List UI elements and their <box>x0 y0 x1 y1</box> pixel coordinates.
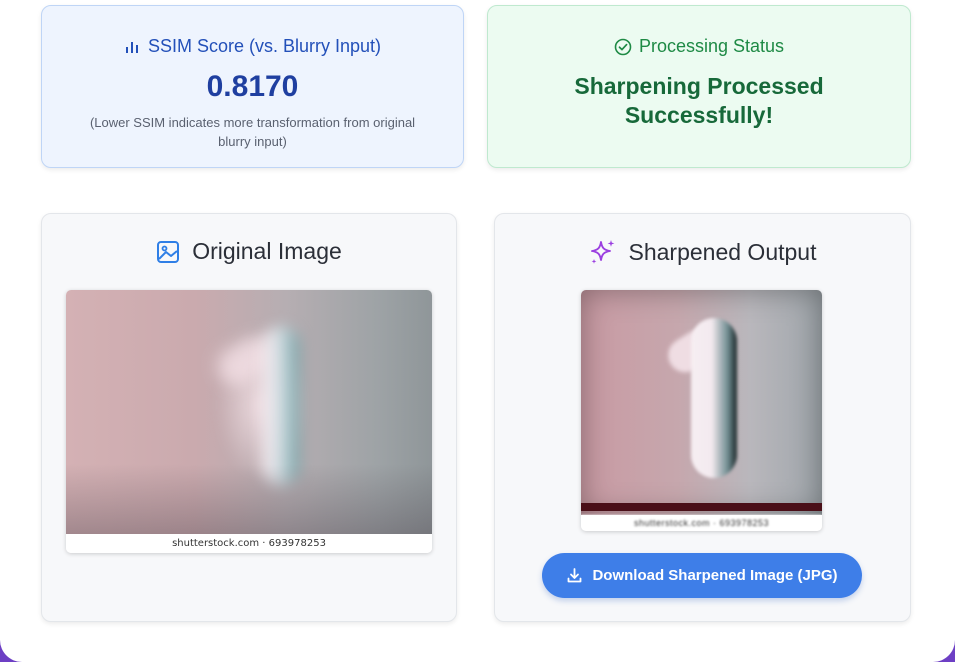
status-title-row: Processing Status <box>488 36 910 57</box>
original-card-header: Original Image <box>42 238 456 265</box>
sharpened-card-title: Sharpened Output <box>628 238 817 265</box>
sharpened-image-caption: shutterstock.com · 693978253 <box>581 515 822 531</box>
sharpened-image: shutterstock.com · 693978253 <box>581 290 822 531</box>
original-image-caption: shutterstock.com · 693978253 <box>66 534 432 553</box>
download-icon <box>566 567 583 584</box>
sparkles-icon <box>589 238 617 266</box>
original-image-card: Original Image shutterstock.com · 693978… <box>41 213 457 622</box>
processing-status-panel: Processing Status Sharpening Processed S… <box>487 5 911 168</box>
download-sharpened-button[interactable]: Download Sharpened Image (JPG) <box>542 553 862 598</box>
original-image-content <box>66 290 432 534</box>
original-image: shutterstock.com · 693978253 <box>66 290 432 553</box>
ssim-score-panel: SSIM Score (vs. Blurry Input) 0.8170 (Lo… <box>41 5 464 168</box>
sharpened-image-content <box>581 290 822 515</box>
ssim-title: SSIM Score (vs. Blurry Input) <box>147 36 382 56</box>
status-title: Processing Status <box>638 36 785 56</box>
ssim-note: (Lower SSIM indicates more transformatio… <box>89 115 416 149</box>
ssim-value: 0.8170 <box>206 70 299 103</box>
bar-chart-icon <box>124 39 140 55</box>
ssim-title-row: SSIM Score (vs. Blurry Input) <box>42 36 463 57</box>
check-circle-icon <box>614 38 632 56</box>
status-message: Sharpening Processed Successfully! <box>574 73 824 128</box>
sharpened-card-header: Sharpened Output <box>495 238 910 266</box>
download-button-label: Download Sharpened Image (JPG) <box>592 567 838 584</box>
image-icon <box>156 240 180 264</box>
original-card-title: Original Image <box>192 238 342 264</box>
sharpened-output-card: Sharpened Output shutterstock.com · 6939… <box>494 213 911 622</box>
main-content: SSIM Score (vs. Blurry Input) 0.8170 (Lo… <box>0 0 955 662</box>
